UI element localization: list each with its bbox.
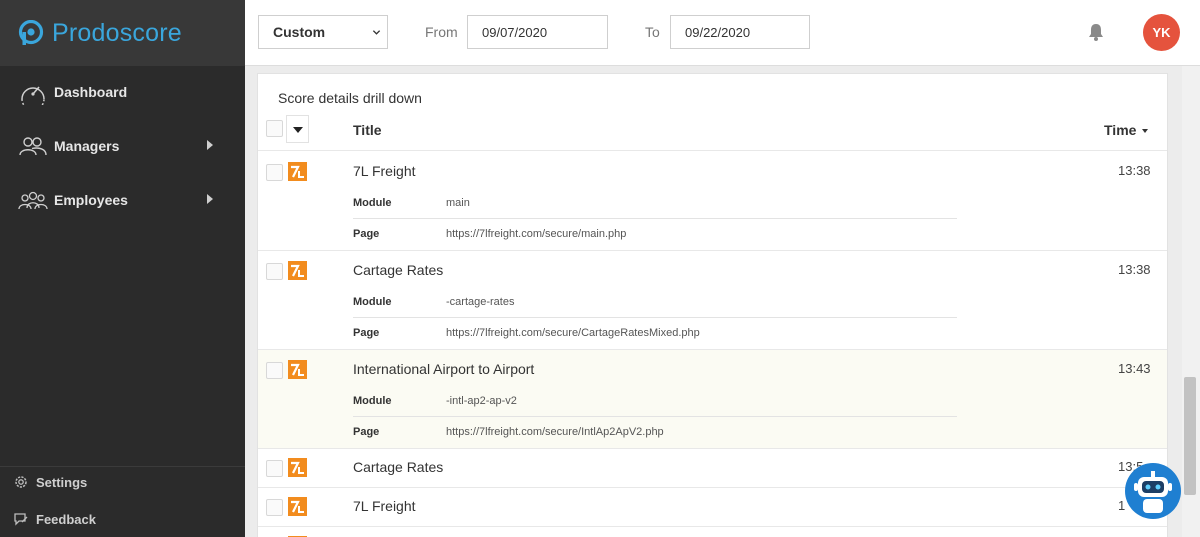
row-checkbox[interactable]	[266, 164, 283, 181]
sort-down-icon	[1142, 129, 1149, 134]
detail-key: Module	[353, 197, 392, 209]
from-date-input[interactable]: 09/07/2020	[467, 15, 608, 49]
row-checkbox[interactable]	[266, 499, 283, 516]
sidebar-item-feedback[interactable]: Feedback	[0, 504, 245, 534]
gauge-icon	[18, 79, 48, 105]
detail-module: Module -cartage-rates	[353, 287, 957, 318]
bell-icon[interactable]	[1087, 22, 1105, 42]
sidebar-item-label: Feedback	[36, 511, 96, 527]
row-title: International Airport to Airport	[353, 361, 535, 377]
row-title: 7L Freight	[353, 498, 416, 514]
brand-name: Prodoscore	[52, 18, 182, 47]
topbar: Custom From 09/07/2020 To 09/22/2020 YK	[245, 0, 1200, 66]
gear-icon	[13, 473, 31, 491]
date-range-value: Custom	[273, 24, 326, 40]
row-time: 13:38	[1118, 163, 1151, 178]
table-row[interactable]: 7L Freight 13:38 Module main Page https:…	[258, 152, 1167, 251]
detail-value[interactable]: https://7lfreight.com/secure/IntlAp2ApV2…	[446, 426, 664, 438]
detail-module: Module main	[353, 188, 957, 219]
from-date-value: 09/07/2020	[482, 24, 548, 40]
robot-icon	[1134, 471, 1172, 513]
scrollbar-thumb[interactable]	[1184, 377, 1196, 495]
table-row[interactable]: Cartage Rates 13:38 Module -cartage-rate…	[258, 251, 1167, 350]
detail-value: -intl-ap2-ap-v2	[446, 395, 517, 407]
sidebar: Prodoscore Dashboard Managers Employees …	[0, 0, 245, 537]
detail-value[interactable]: https://7lfreight.com/secure/main.php	[446, 228, 626, 240]
managers-icon	[18, 133, 48, 159]
chevron-right-icon	[207, 194, 213, 204]
app-7l-freight-icon	[288, 458, 307, 477]
to-label: To	[645, 24, 660, 40]
sidebar-item-managers[interactable]: Managers	[0, 126, 245, 166]
to-date-value: 09/22/2020	[685, 24, 751, 40]
detail-module: Module -intl-ap2-ap-v2	[353, 386, 957, 417]
detail-key: Page	[353, 426, 380, 438]
table-row[interactable]: 7L Freight 1	[258, 488, 1167, 527]
to-date-input[interactable]: 09/22/2020	[670, 15, 810, 49]
row-checkbox[interactable]	[266, 460, 283, 477]
row-title: 7L Freight	[353, 163, 416, 179]
sidebar-item-label: Settings	[36, 474, 88, 490]
table-row[interactable]: Cartage Rates 13:5	[258, 449, 1167, 488]
chatbot-button[interactable]	[1125, 463, 1181, 519]
sidebar-item-settings[interactable]: Settings	[0, 467, 245, 497]
app-7l-freight-icon	[288, 360, 307, 379]
sidebar-item-label: Employees	[54, 192, 128, 208]
row-title: Cartage Rates	[353, 262, 444, 278]
detail-page: Page https://7lfreight.com/secure/Cartag…	[353, 318, 957, 349]
user-avatar[interactable]: YK	[1143, 14, 1180, 51]
detail-key: Page	[353, 228, 380, 240]
table-row[interactable]	[258, 527, 1167, 537]
detail-key: Module	[353, 296, 392, 308]
prodoscore-logo-icon	[18, 20, 44, 45]
panel-title: Score details drill down	[278, 90, 422, 106]
date-range-select[interactable]: Custom	[258, 15, 388, 49]
detail-value[interactable]: https://7lfreight.com/secure/CartageRate…	[446, 327, 700, 339]
app-7l-freight-icon	[288, 162, 307, 181]
row-checkbox[interactable]	[266, 362, 283, 379]
caret-down-icon	[293, 127, 303, 133]
select-all-checkbox[interactable]	[266, 120, 283, 137]
employees-icon	[18, 187, 48, 213]
app-7l-freight-icon	[288, 497, 307, 516]
column-header-time-label: Time	[1104, 122, 1137, 138]
row-title: Cartage Rates	[353, 459, 444, 475]
sidebar-item-label: Dashboard	[54, 84, 128, 100]
detail-value: main	[446, 197, 470, 209]
detail-value: -cartage-rates	[446, 296, 515, 308]
brand-bar[interactable]: Prodoscore	[0, 0, 245, 66]
table-row[interactable]: International Airport to Airport 13:43 M…	[258, 350, 1167, 449]
score-details-panel: Score details drill down Title Time 7L F…	[257, 73, 1168, 537]
sidebar-item-label: Managers	[54, 138, 120, 154]
column-header-time[interactable]: Time	[1104, 122, 1149, 138]
sidebar-item-dashboard[interactable]: Dashboard	[0, 72, 245, 112]
row-time: 13:43	[1118, 361, 1151, 376]
chevron-right-icon	[207, 140, 213, 150]
bulk-select-dropdown[interactable]	[286, 115, 309, 143]
chevron-down-icon	[372, 30, 381, 35]
app-7l-freight-icon	[288, 261, 307, 280]
detail-page: Page https://7lfreight.com/secure/main.p…	[353, 219, 957, 250]
row-time: 13:38	[1118, 262, 1151, 277]
table-header: Title Time	[258, 110, 1167, 151]
detail-key: Page	[353, 327, 380, 339]
detail-page: Page https://7lfreight.com/secure/IntlAp…	[353, 417, 957, 448]
detail-key: Module	[353, 395, 392, 407]
row-checkbox[interactable]	[266, 263, 283, 280]
feedback-icon	[13, 510, 31, 528]
column-header-title: Title	[353, 122, 382, 138]
sidebar-item-employees[interactable]: Employees	[0, 180, 245, 220]
from-label: From	[425, 24, 458, 40]
